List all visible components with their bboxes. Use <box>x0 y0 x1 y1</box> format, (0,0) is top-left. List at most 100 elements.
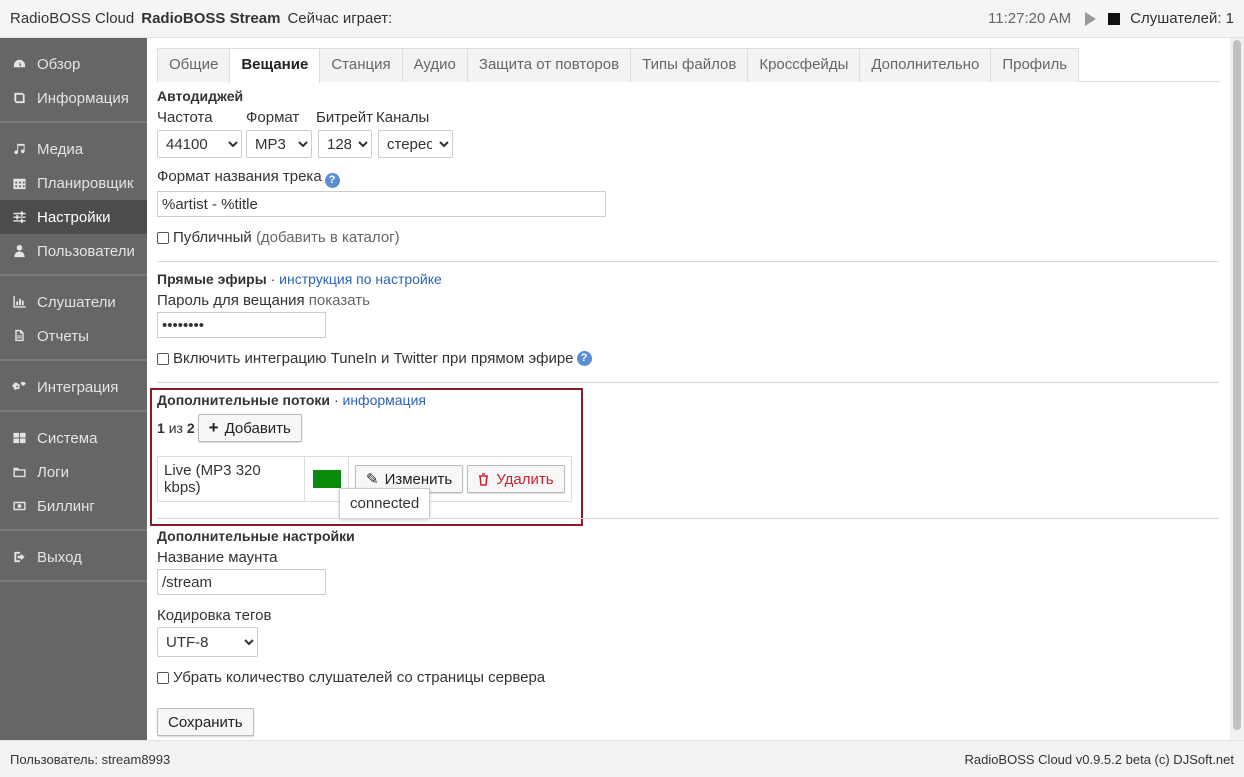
sliders-icon <box>11 210 27 224</box>
dashboard-icon <box>11 57 27 71</box>
save-button[interactable]: Сохранить <box>157 708 254 736</box>
live-instructions-link[interactable]: инструкция по настройке <box>279 271 442 287</box>
sidebar-group: Интеграция <box>0 361 147 412</box>
scrollbar-thumb[interactable] <box>1233 40 1241 730</box>
encoding-select[interactable]: UTF-8 <box>157 627 258 657</box>
play-icon[interactable] <box>1085 11 1097 26</box>
hide-listeners-checkbox[interactable] <box>157 671 169 684</box>
track-format-input[interactable] <box>157 191 606 217</box>
frequency-label: Частота <box>157 109 213 126</box>
footer: Пользователь: stream8993 RadioBOSS Cloud… <box>0 740 1244 777</box>
tab[interactable]: Типы файлов <box>630 48 749 82</box>
stop-icon[interactable] <box>1108 12 1121 25</box>
divider <box>157 518 1219 519</box>
clock: 11:27:20 AM <box>988 10 1072 27</box>
format-select[interactable]: MP3 <box>246 130 312 158</box>
logout-icon <box>11 550 27 564</box>
sidebar-item[interactable]: Медиа <box>0 132 147 166</box>
bar-chart-icon <box>11 295 27 309</box>
sidebar-group: Система Логи Биллинг <box>0 412 147 531</box>
tab[interactable]: Вещание <box>229 48 321 83</box>
sidebar-item[interactable]: Система <box>0 421 147 455</box>
book-icon <box>11 91 27 105</box>
live-title-row: Прямые эфиры · инструкция по настройке <box>157 271 442 287</box>
sidebar-group: Обзор Информация <box>0 38 147 123</box>
tab[interactable]: Кроссфейды <box>747 48 861 82</box>
sidebar-item[interactable]: Планировщик <box>0 166 147 200</box>
mount-input[interactable] <box>157 569 326 595</box>
app-name[interactable]: RadioBOSS Cloud <box>10 10 134 27</box>
sidebar-item[interactable]: Настройки <box>0 200 147 234</box>
top-bar: RadioBOSS Cloud RadioBOSS Stream Сейчас … <box>0 0 1244 38</box>
sidebar-item-label: Биллинг <box>37 497 95 515</box>
tab[interactable]: Аудио <box>401 48 468 82</box>
scrollbar[interactable] <box>1230 38 1244 740</box>
sidebar-item[interactable]: Информация <box>0 81 147 115</box>
tab[interactable]: Общие <box>157 48 231 82</box>
sidebar-item[interactable]: Обзор <box>0 47 147 81</box>
sidebar-item-label: Отчеты <box>37 327 89 345</box>
music-note-icon <box>11 142 27 156</box>
sidebar-item[interactable]: Слушатели <box>0 285 147 319</box>
integration-checkbox-row[interactable]: Включить интеграцию TuneIn и Twitter при… <box>157 350 1220 367</box>
sidebar-group: Выход <box>0 531 147 582</box>
format-label: Формат <box>246 109 300 126</box>
document-icon <box>11 329 27 343</box>
user-icon <box>11 244 27 258</box>
money-icon <box>11 499 27 513</box>
tab[interactable]: Дополнительно <box>859 48 992 82</box>
mount-label: Название маунта <box>157 549 278 566</box>
bitrate-select[interactable]: 128 <box>318 130 372 158</box>
sidebar-item-label: Логи <box>37 463 70 481</box>
autodj-title: Автодиджей <box>157 88 244 104</box>
sidebar-item-label: Слушатели <box>37 293 116 311</box>
hide-listeners-checkbox-row[interactable]: Убрать количество слушателей со страницы… <box>157 669 1219 686</box>
grid-icon <box>11 431 27 445</box>
calendar-icon <box>11 176 27 190</box>
station-name[interactable]: RadioBOSS Stream <box>141 10 280 27</box>
listeners-count: Слушателей: 1 <box>1130 10 1234 27</box>
sidebar-item[interactable]: Пользователи <box>0 234 147 268</box>
password-input[interactable] <box>157 312 326 338</box>
integration-checkbox[interactable] <box>157 352 169 365</box>
help-icon[interactable]: ? <box>324 173 340 188</box>
sidebar-item[interactable]: Логи <box>0 455 147 489</box>
version-info: RadioBOSS Cloud v0.9.5.2 beta (c) DJSoft… <box>964 751 1234 767</box>
sidebar-item-label: Медиа <box>37 140 84 158</box>
sidebar-item[interactable]: Отчеты <box>0 319 147 353</box>
public-checkbox[interactable] <box>157 231 169 244</box>
tab[interactable]: Защита от повторов <box>466 48 632 82</box>
sidebar-item-label: Интеграция <box>37 378 119 396</box>
password-label: Пароль для вещания <box>157 292 305 309</box>
encoding-label: Кодировка тегов <box>157 607 272 624</box>
main-content: Общие Вещание Станция Аудио Защита от повтор… <box>147 38 1230 740</box>
current-user: Пользователь: stream8993 <box>10 751 171 767</box>
sidebar-item-label: Обзор <box>37 55 81 73</box>
sidebar-group: Медиа Планировщик Настройки Пользователи <box>0 123 147 276</box>
sidebar-group: Слушатели Отчеты <box>0 276 147 361</box>
highlight-frame <box>150 388 583 526</box>
public-checkbox-row[interactable]: Публичный (добавить в каталог) <box>157 229 1220 246</box>
divider <box>157 382 1219 383</box>
frequency-select[interactable]: 44100 <box>157 130 242 158</box>
help-icon[interactable]: ? <box>576 351 592 366</box>
show-password-link[interactable]: показать <box>309 292 370 309</box>
now-playing-label: Сейчас играет: <box>287 10 393 27</box>
tab[interactable]: Станция <box>319 48 403 82</box>
bitrate-label: Битрейт <box>316 109 374 126</box>
sidebar-item-label: Планировщик <box>37 174 134 192</box>
extra-settings-title: Дополнительные настройки <box>157 528 355 544</box>
sidebar-item-label: Выход <box>37 548 82 566</box>
channels-label: Каналы <box>376 109 430 126</box>
folder-icon <box>11 465 27 479</box>
tab[interactable]: Профиль <box>990 48 1080 82</box>
divider <box>157 261 1219 262</box>
track-format-label: Формат названия трека? <box>157 168 1220 188</box>
sidebar-item[interactable]: Интеграция <box>0 370 147 404</box>
sidebar-item-label: Информация <box>37 89 129 107</box>
sidebar-item[interactable]: Выход <box>0 540 147 574</box>
sidebar-item[interactable]: Биллинг <box>0 489 147 523</box>
sidebar-item-label: Пользователи <box>37 242 135 260</box>
gears-icon <box>11 380 27 394</box>
channels-select[interactable]: стерео <box>378 130 453 158</box>
